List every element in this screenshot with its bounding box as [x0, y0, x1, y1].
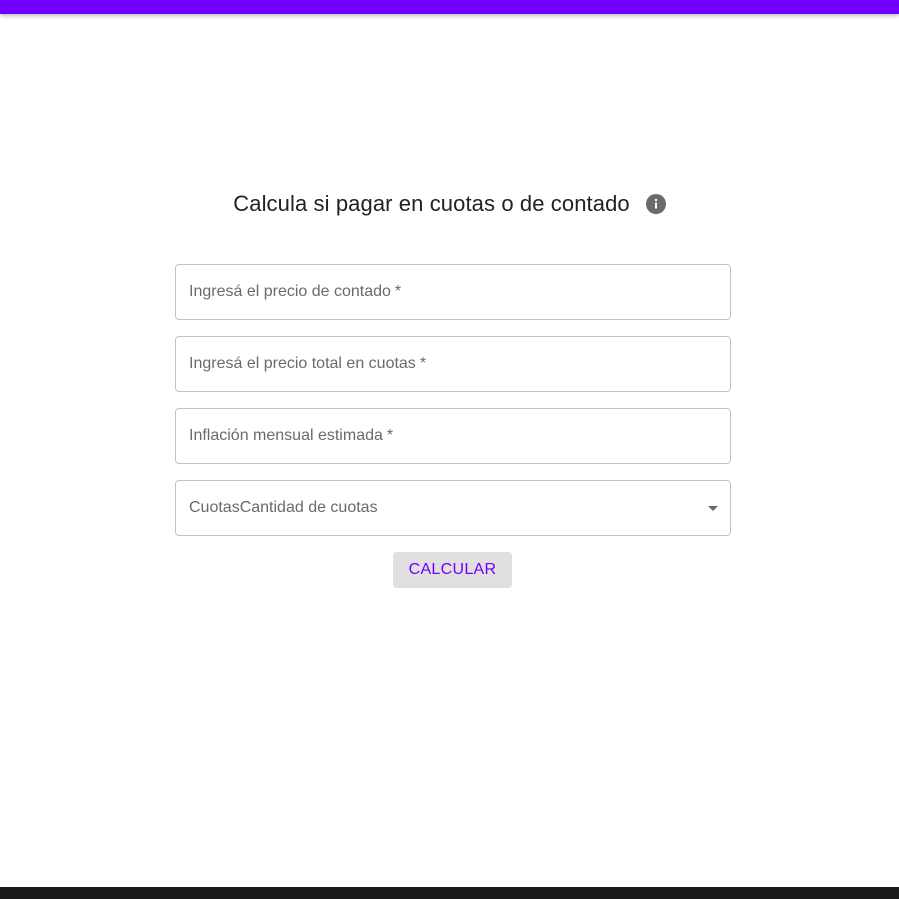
- cash-price-field[interactable]: Ingresá el precio de contado *: [175, 264, 731, 320]
- header: Calcula si pagar en cuotas o de contado: [0, 186, 899, 222]
- installment-total-input[interactable]: [176, 337, 730, 391]
- calculate-button[interactable]: CALCULAR: [393, 552, 512, 588]
- inflation-input[interactable]: [176, 409, 730, 463]
- installments-select[interactable]: CuotasCantidad de cuotas: [175, 480, 731, 536]
- top-app-bar: [0, 0, 899, 14]
- footer-bar: [0, 887, 899, 899]
- inflation-field[interactable]: Inflación mensual estimada *: [175, 408, 731, 464]
- chevron-down-icon[interactable]: [708, 506, 718, 511]
- page-title: Calcula si pagar en cuotas o de contado: [233, 191, 630, 216]
- installments-select-label: CuotasCantidad de cuotas: [189, 499, 378, 516]
- installment-total-field[interactable]: Ingresá el precio total en cuotas *: [175, 336, 731, 392]
- info-icon[interactable]: [645, 194, 666, 214]
- cash-price-input[interactable]: [176, 265, 730, 319]
